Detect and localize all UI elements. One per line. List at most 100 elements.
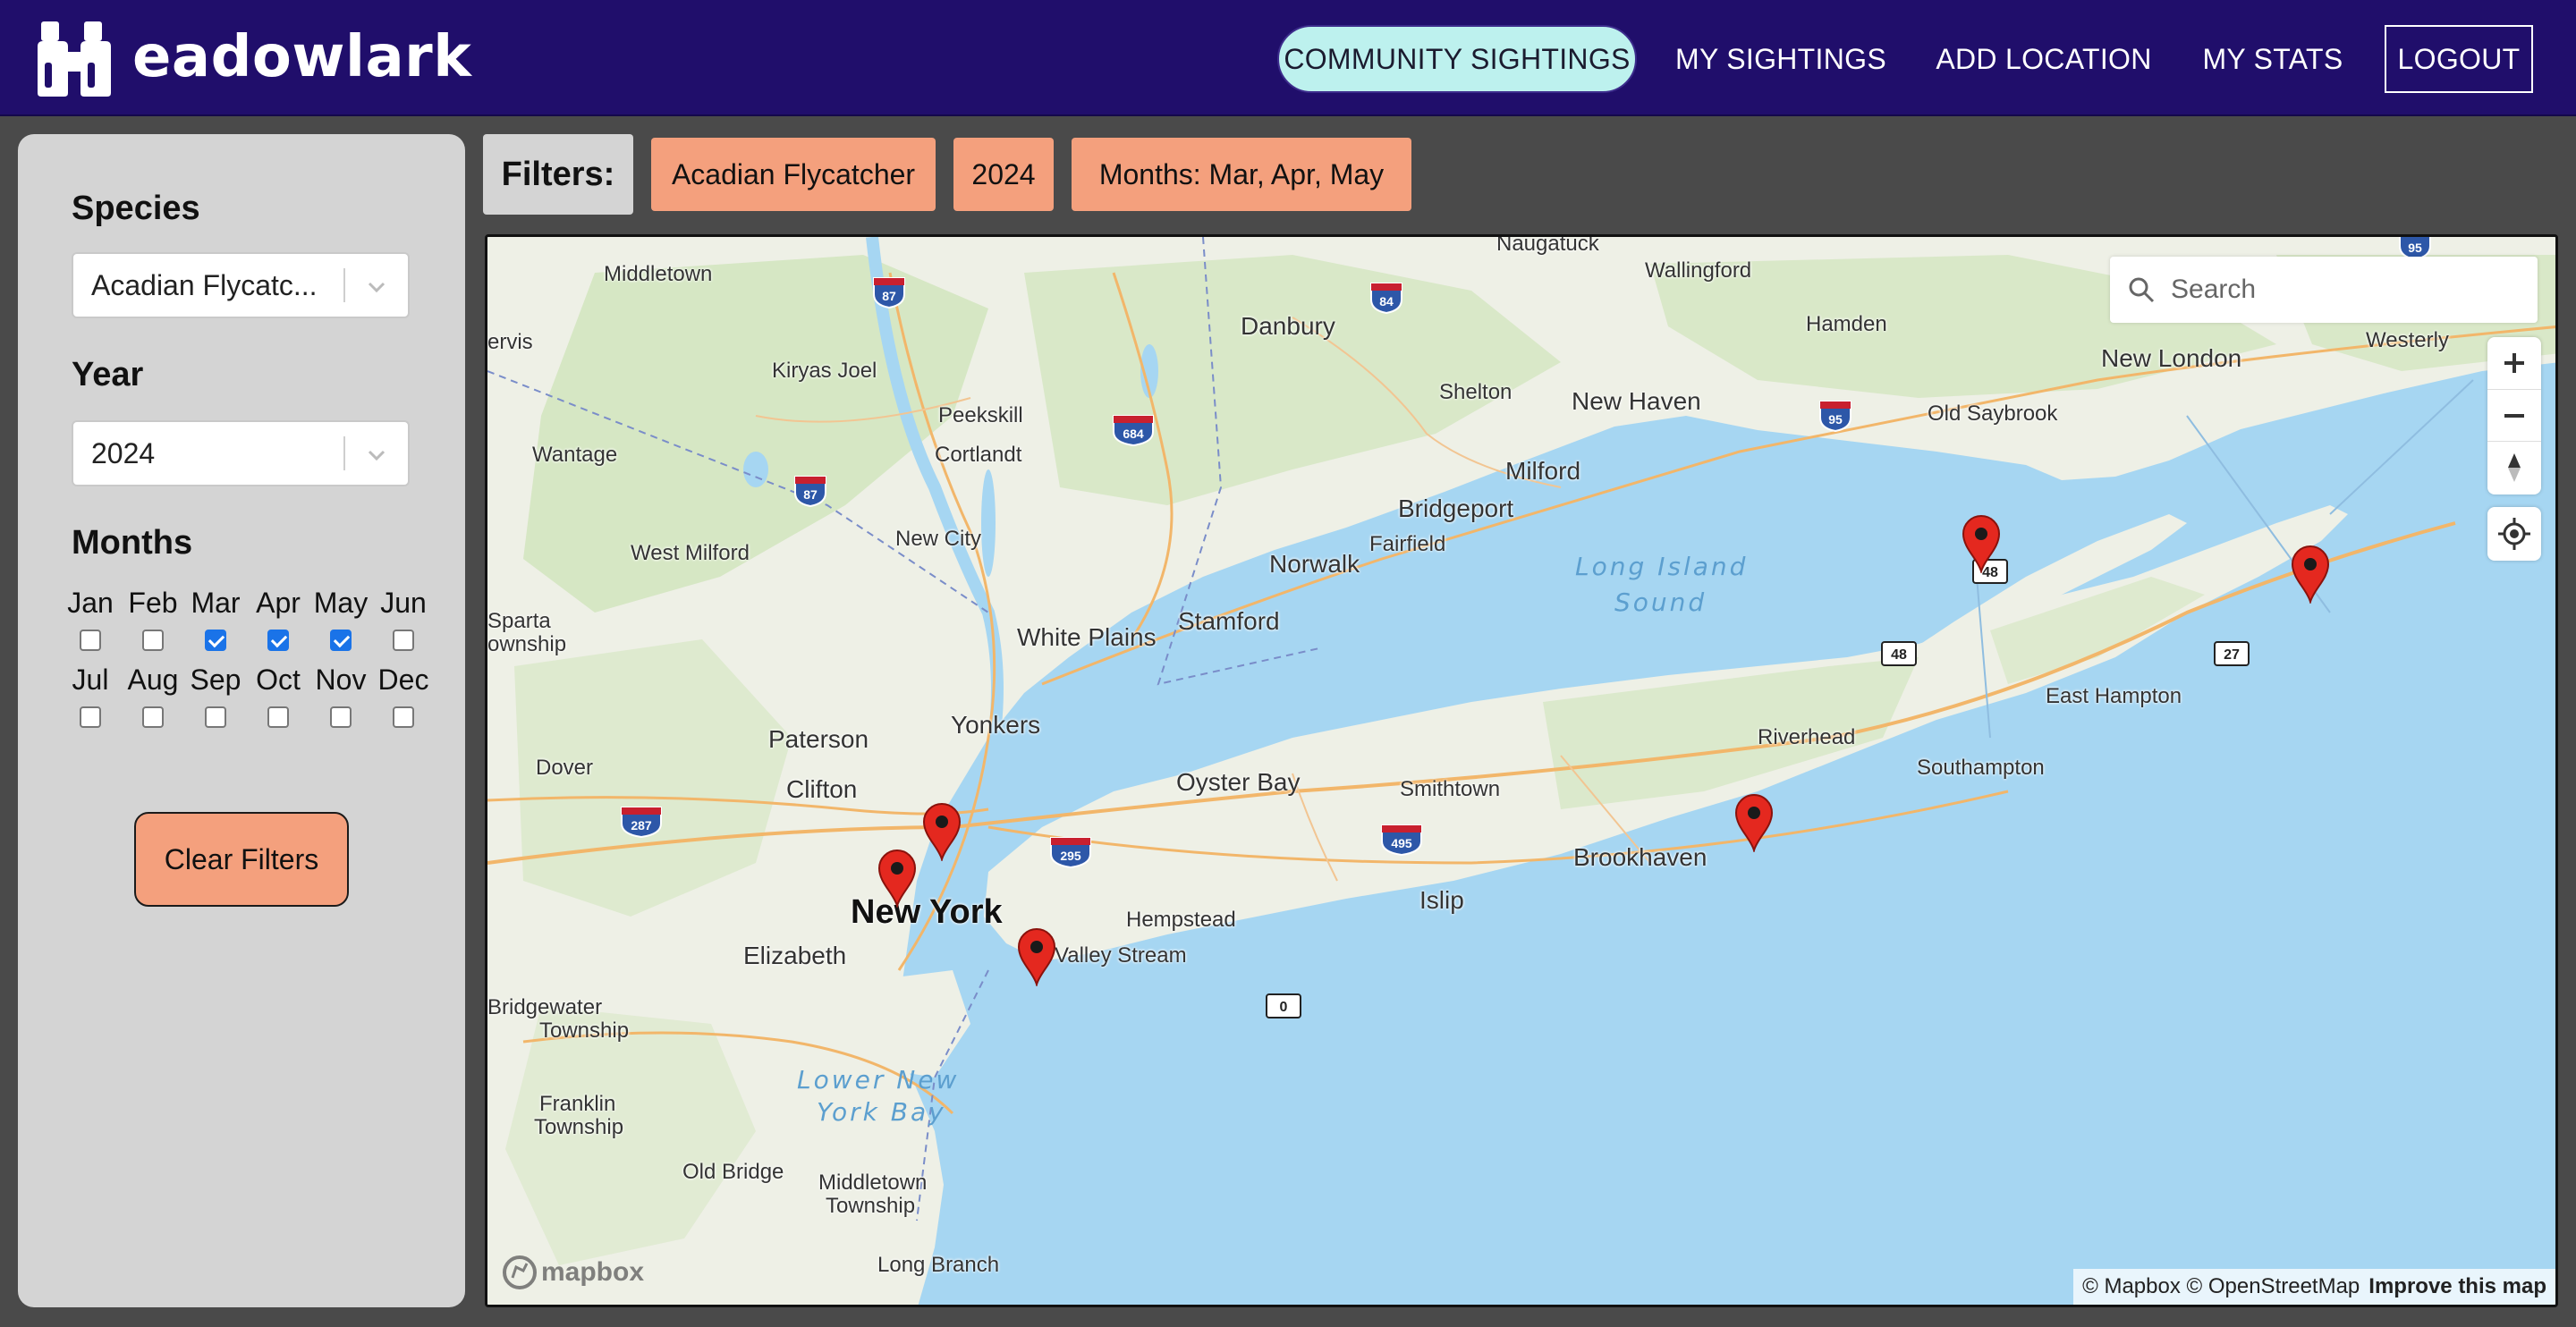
month-checkbox-mar[interactable] (205, 630, 226, 651)
map-zoom-controls (2487, 337, 2541, 494)
month-checkbox-may[interactable] (330, 630, 352, 651)
shield-number: 295 (1060, 849, 1081, 863)
shield-number: 48 (1891, 647, 1907, 663)
species-label: Species (72, 190, 200, 227)
place-label: Brookhaven (1573, 843, 1707, 871)
map-search-input[interactable]: Search (2110, 257, 2538, 323)
year-select[interactable]: 2024 (72, 420, 410, 486)
brand-logo[interactable]: eadowlark (36, 16, 471, 98)
place-label: Oyster Bay (1176, 768, 1301, 796)
sighting-pin[interactable] (922, 802, 962, 861)
minus-icon (2504, 413, 2524, 418)
zoom-out-button[interactable] (2487, 389, 2541, 441)
geolocate-button[interactable] (2487, 507, 2541, 561)
brand-name: eadowlark (132, 24, 472, 90)
attribution-text[interactable]: © Mapbox © OpenStreetMap (2082, 1274, 2360, 1299)
month-checkbox-sep[interactable] (205, 706, 226, 728)
place-label: Wallingford (1645, 258, 1752, 283)
sighting-pin[interactable] (877, 849, 917, 908)
map-basemap[interactable] (487, 237, 2558, 1307)
filter-chip-year[interactable]: 2024 (953, 138, 1054, 211)
compass-icon (2508, 452, 2521, 482)
nav-my-stats[interactable]: MY STATS (2199, 25, 2347, 93)
month-checkbox-oct[interactable] (267, 706, 289, 728)
species-select[interactable]: Acadian Flycatc... (72, 252, 410, 318)
reset-north-button[interactable] (2487, 441, 2541, 493)
shield-number: 87 (803, 487, 818, 502)
month-checkbox-nov[interactable] (330, 706, 352, 728)
chevron-down-icon[interactable] (363, 442, 390, 469)
month-checkbox-jan[interactable] (80, 630, 101, 651)
chevron-down-icon[interactable] (363, 274, 390, 300)
place-label: Elizabeth (743, 942, 847, 969)
month-checkbox-apr[interactable] (267, 630, 289, 651)
place-label: Middletown (818, 1171, 928, 1195)
filters-label: Filters: (483, 134, 633, 215)
sighting-pin[interactable] (2291, 545, 2330, 604)
month-checkbox-jul[interactable] (80, 706, 101, 728)
sighting-pin[interactable] (1017, 927, 1056, 986)
shield-number: 95 (1828, 412, 1843, 427)
interstate-shield: 287 (620, 806, 663, 842)
place-label: Fairfield (1369, 532, 1446, 556)
month-label-aug: Aug (127, 664, 179, 696)
binoculars-icon (38, 21, 111, 97)
nav-add-location[interactable]: ADD LOCATION (1932, 25, 2156, 93)
place-label: Smithtown (1400, 777, 1501, 801)
filter-sidebar: Species Acadian Flycatc... Year 2024 Mon… (18, 134, 465, 1307)
place-label: Old Saybrook (1928, 401, 2058, 426)
year-label: Year (72, 356, 144, 393)
water-label: Lower New (797, 1065, 960, 1095)
place-label: Kiryas Joel (772, 359, 877, 383)
place-label: Valley Stream (1055, 943, 1187, 968)
logout-button[interactable]: LOGOUT (2385, 25, 2533, 93)
place-label: Paterson (768, 725, 869, 753)
improve-map-link[interactable]: Improve this map (2368, 1274, 2546, 1299)
filter-chip-species[interactable]: Acadian Flycatcher (651, 138, 936, 211)
place-label: Sparta (487, 609, 551, 633)
month-label-dec: Dec (377, 664, 429, 696)
plus-icon (2504, 353, 2524, 373)
place-label: Stamford (1178, 607, 1280, 635)
species-select-value: Acadian Flycatc... (91, 269, 318, 301)
month-checkbox-dec[interactable] (393, 706, 414, 728)
clear-filters-button[interactable]: Clear Filters (134, 812, 349, 907)
place-label: Shelton (1439, 380, 1513, 404)
place-label: New London (2101, 344, 2242, 372)
month-label-jul: Jul (72, 664, 109, 696)
route-shield: 0 (1266, 993, 1301, 1023)
place-label: ownship (487, 632, 567, 656)
sightings-map[interactable]: Naugatuck Wallingford Middletown Danbury… (485, 234, 2558, 1307)
place-label: Peekskill (938, 403, 1023, 427)
month-checkbox-aug[interactable] (142, 706, 164, 728)
place-label: Danbury (1241, 312, 1335, 340)
month-label-jun: Jun (380, 587, 427, 619)
place-label: Milford (1505, 457, 1581, 485)
interstate-shield: 684 (1112, 414, 1155, 451)
route-shield: 27 (2214, 641, 2250, 671)
interstate-shield: 84 (1369, 282, 1403, 318)
mapbox-logo-text: mapbox (541, 1257, 645, 1287)
mapbox-logo[interactable]: mapbox (502, 1255, 644, 1290)
place-label: Township (534, 1115, 624, 1139)
interstate-shield: 95 (1818, 400, 1852, 436)
search-icon (2129, 277, 2155, 303)
year-select-value: 2024 (91, 437, 156, 469)
month-checkbox-jun[interactable] (393, 630, 414, 651)
nav-my-sightings[interactable]: MY SIGHTINGS (1673, 25, 1889, 93)
shield-number: 495 (1391, 836, 1412, 850)
place-label: East Hampton (2046, 684, 2182, 708)
interstate-shield: 87 (872, 276, 906, 313)
shield-number: 27 (2224, 647, 2240, 663)
sighting-pin[interactable] (1734, 793, 1774, 852)
filter-chip-months[interactable]: Months: Mar, Apr, May (1072, 138, 1411, 211)
month-checkbox-feb[interactable] (142, 630, 164, 651)
zoom-in-button[interactable] (2487, 337, 2541, 389)
nav-community-sightings[interactable]: COMMUNITY SIGHTINGS (1277, 25, 1637, 93)
place-label: Naugatuck (1496, 234, 1599, 256)
water-label: Long Island (1575, 552, 1749, 581)
place-label: New City (895, 527, 982, 551)
sighting-pin[interactable] (1962, 514, 2001, 573)
interstate-shield: 87 (793, 475, 827, 511)
place-label: Islip (1419, 886, 1464, 914)
